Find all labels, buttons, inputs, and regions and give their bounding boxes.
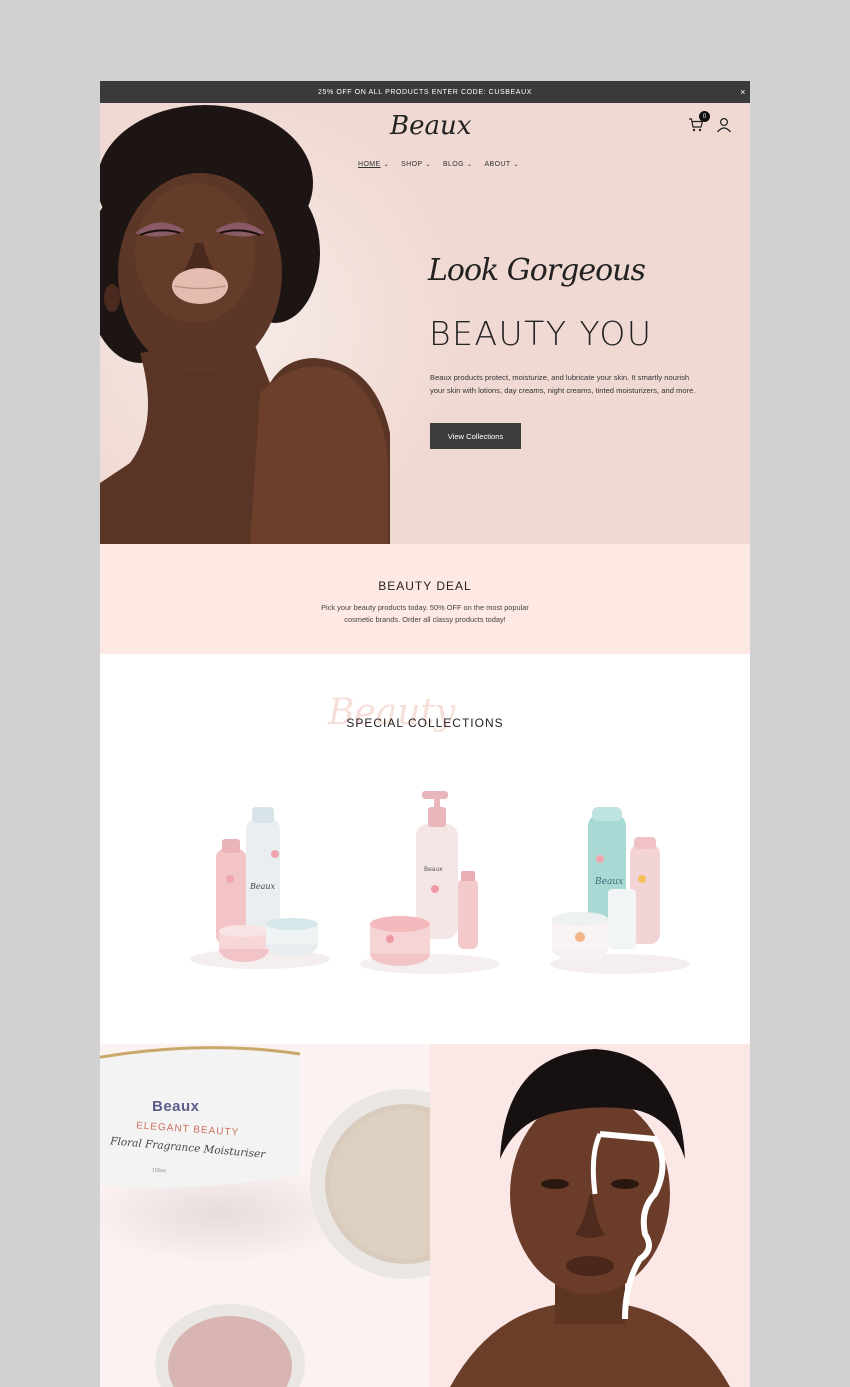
- deal-title: BEAUTY DEAL: [378, 579, 472, 593]
- main-nav: HOME ⌄ SHOP ⌄ BLOG ⌄ ABOUT ⌄: [358, 161, 519, 168]
- hero-model-image: [100, 105, 390, 544]
- nav-item-label: HOME: [358, 161, 381, 168]
- jar-size-label: 100ml: [151, 1167, 166, 1175]
- announcement-bar: 25% OFF ON ALL PRODUCTS ENTER CODE: CUSB…: [100, 81, 750, 103]
- hero-title: BEAUTY YOU: [429, 314, 653, 353]
- product-card[interactable]: Beaux: [180, 779, 340, 979]
- product-image: Beaux: [360, 791, 500, 974]
- nav-item-label: ABOUT: [484, 161, 511, 168]
- chevron-down-icon: ⌄: [513, 162, 519, 168]
- header-icons: 0: [688, 111, 732, 133]
- svg-text:Beaux: Beaux: [594, 877, 623, 887]
- showcase-products-image: Beaux ELEGANT BEAUTY Floral Fragrance Mo…: [100, 1044, 430, 1387]
- nav-item-shop[interactable]: SHOP ⌄: [401, 161, 431, 168]
- model-portrait: [450, 1049, 730, 1387]
- hero-section: Beaux HOME ⌄ SHOP ⌄ BLOG ⌄ ABOUT ⌄ 0 Loo…: [100, 103, 750, 544]
- hero-script-heading: Look Gorgeous: [428, 253, 646, 288]
- view-collections-button[interactable]: View Collections: [430, 423, 521, 449]
- svg-text:Beaux: Beaux: [249, 882, 276, 891]
- collections-title: SPECIAL COLLECTIONS: [346, 716, 504, 730]
- nav-item-label: SHOP: [401, 161, 423, 168]
- chevron-down-icon: ⌄: [425, 162, 431, 168]
- logo[interactable]: Beaux: [390, 111, 471, 151]
- cream-jars-image: [100, 1046, 430, 1387]
- jar-brand-label: Beaux: [152, 1098, 200, 1115]
- beauty-deal-section: BEAUTY DEAL Pick your beauty products to…: [100, 544, 750, 654]
- deal-description: Pick your beauty products today. 50% OFF…: [321, 603, 529, 624]
- announcement-text: 25% OFF ON ALL PRODUCTS ENTER CODE: CUSB…: [317, 88, 532, 96]
- cart-count-badge: 0: [699, 111, 710, 122]
- chevron-down-icon: ⌄: [467, 162, 473, 168]
- product-card[interactable]: Beaux: [350, 779, 510, 979]
- hero-description: Beaux products protect, moisturize, and …: [430, 373, 696, 395]
- svg-text:Beaux: Beaux: [424, 866, 443, 873]
- close-icon[interactable]: ×: [740, 86, 746, 98]
- special-collections-section: Beauty SPECIAL COLLECTIONS Beaux Beaux B…: [100, 654, 750, 1044]
- product-card[interactable]: Beaux: [540, 779, 700, 979]
- showcase-model-image: [430, 1044, 750, 1387]
- user-icon[interactable]: [716, 117, 732, 133]
- product-image: Beaux: [190, 807, 330, 969]
- nav-item-label: BLOG: [442, 161, 464, 168]
- chevron-down-icon: ⌄: [383, 162, 390, 168]
- cart-button[interactable]: 0: [688, 111, 710, 133]
- nav-item-blog[interactable]: BLOG ⌄: [443, 161, 473, 168]
- nav-item-about[interactable]: ABOUT ⌄: [484, 161, 519, 168]
- nav-item-home[interactable]: HOME ⌄: [358, 161, 389, 168]
- page: 25% OFF ON ALL PRODUCTS ENTER CODE: CUSB…: [100, 81, 750, 1387]
- product-image: Beaux: [550, 807, 690, 974]
